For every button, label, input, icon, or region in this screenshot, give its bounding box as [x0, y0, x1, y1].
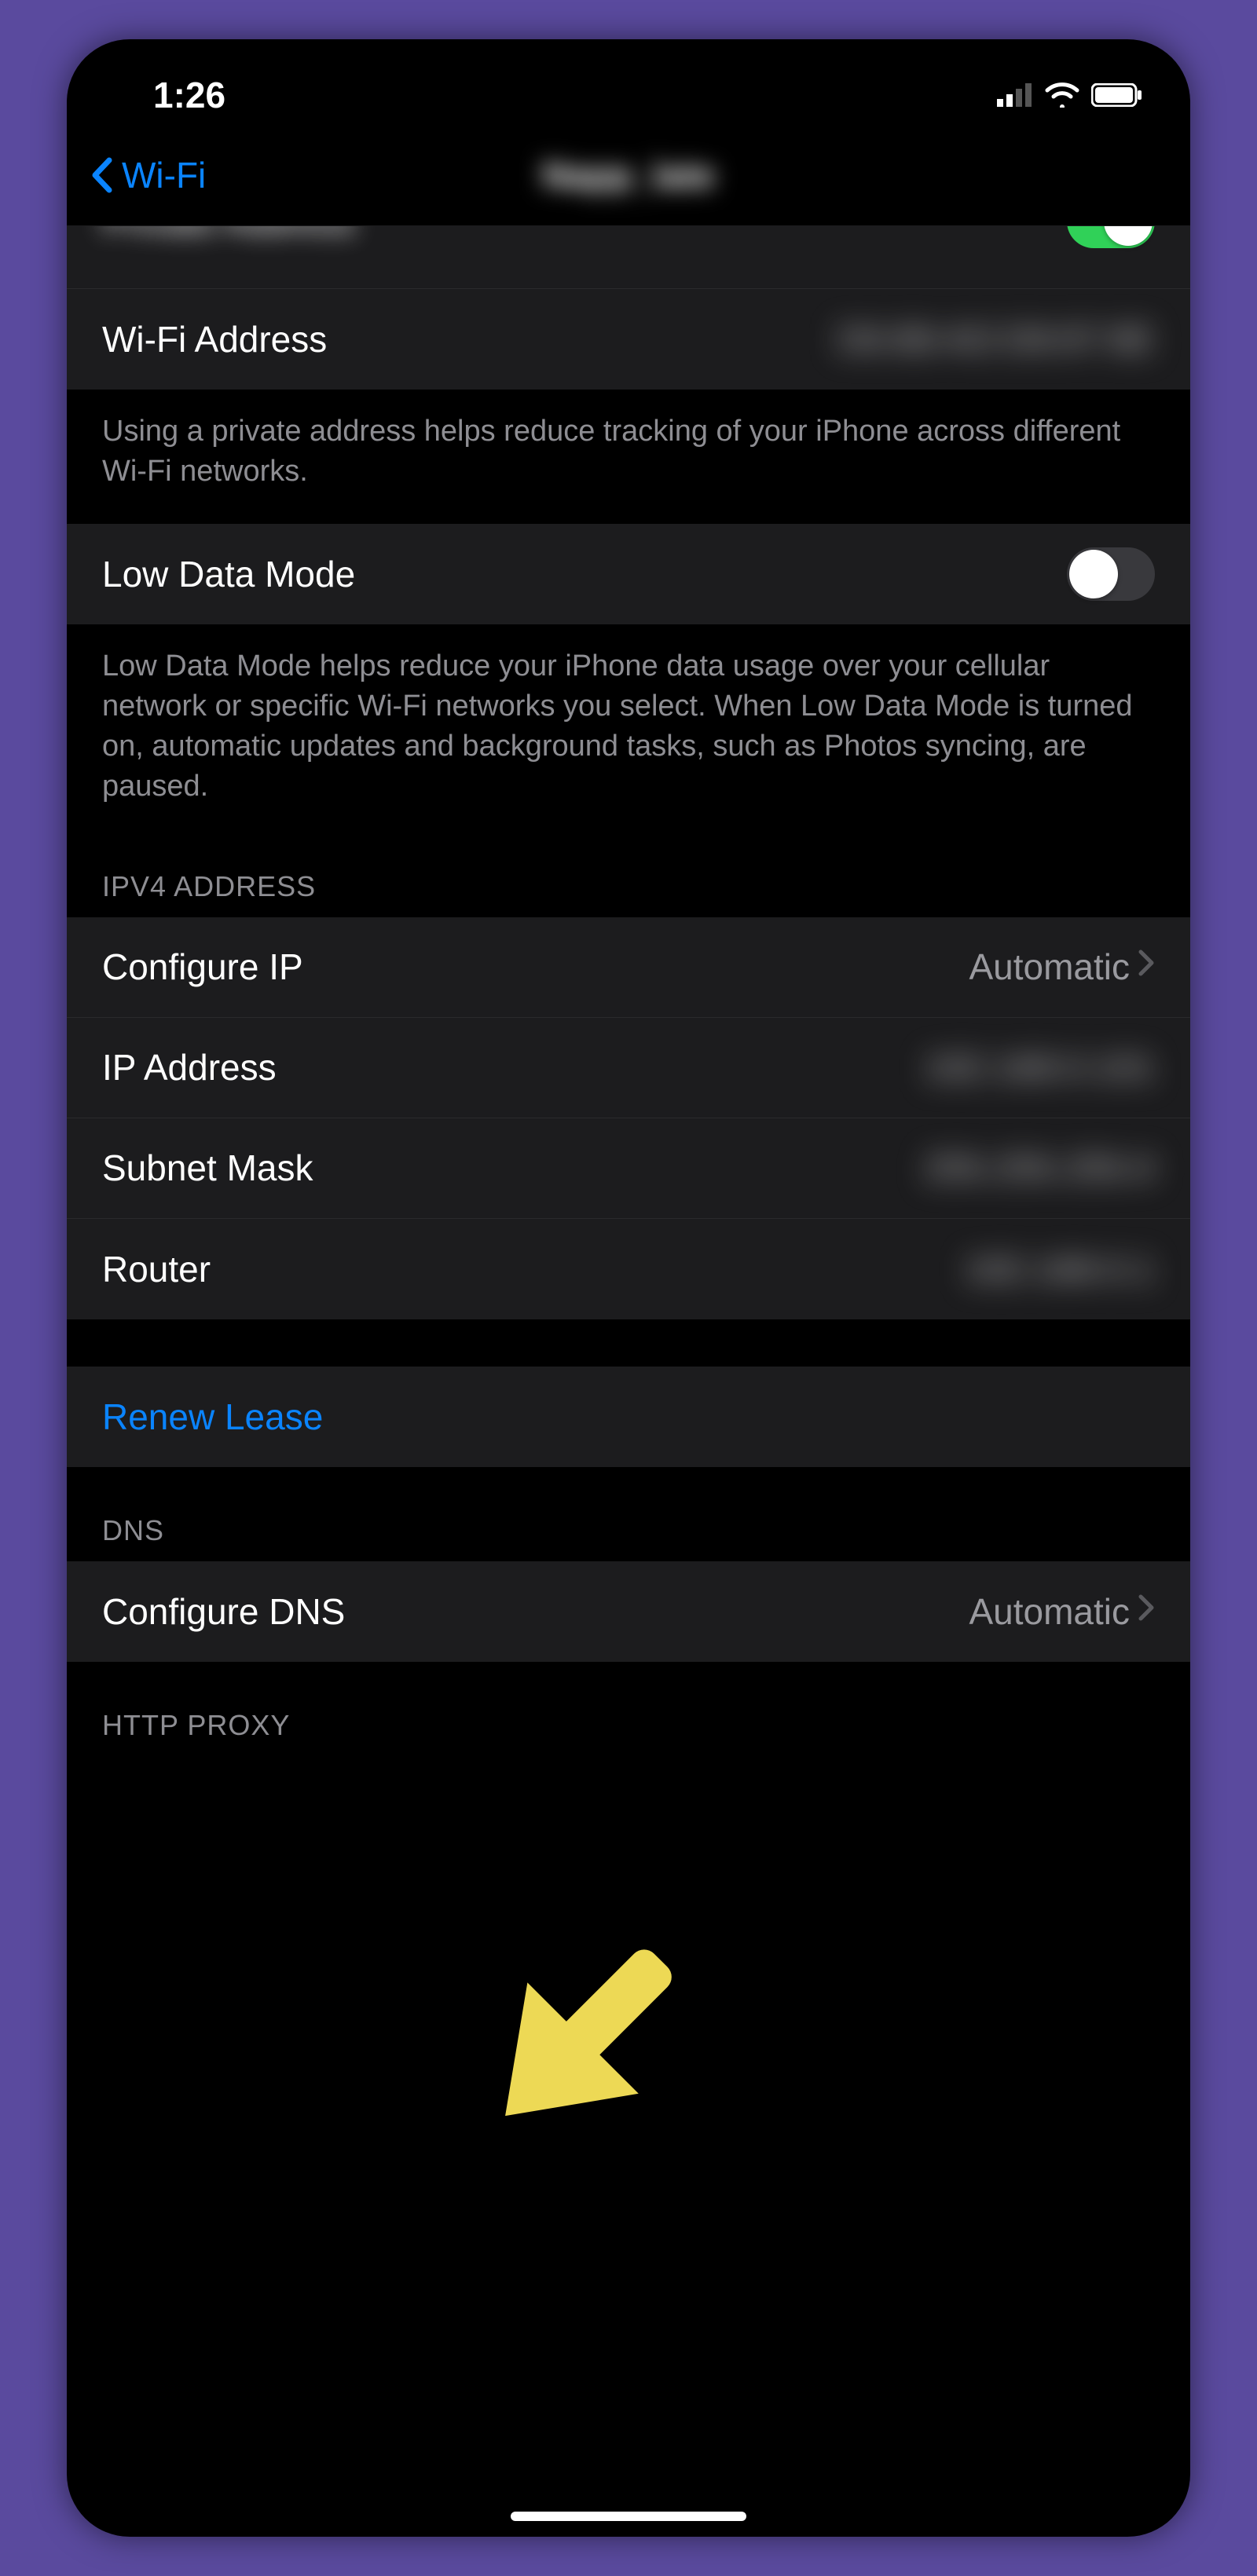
configure-dns-value: Automatic	[969, 1590, 1130, 1633]
section-header-dns: DNS	[67, 1467, 1190, 1561]
section-header-http-proxy: HTTP PROXY	[67, 1662, 1190, 1756]
back-label: Wi-Fi	[122, 154, 206, 196]
ip-address-value: 192.168.0.101	[924, 1046, 1155, 1089]
section-header-ipv4: IPV4 ADDRESS	[67, 839, 1190, 917]
row-private-address[interactable]: Private Address	[67, 226, 1190, 289]
row-ip-address: IP Address 192.168.0.101	[67, 1018, 1190, 1118]
ip-address-label: IP Address	[102, 1046, 277, 1089]
row-configure-dns[interactable]: Configure DNS Automatic	[67, 1561, 1190, 1662]
row-configure-ip[interactable]: Configure IP Automatic	[67, 917, 1190, 1018]
home-indicator[interactable]	[511, 2512, 746, 2521]
configure-ip-label: Configure IP	[102, 946, 303, 988]
phone-screen: 1:26 Wi-Fi	[67, 39, 1190, 2537]
settings-content[interactable]: Private Address Wi-Fi Address D6:88:AD:D…	[67, 226, 1190, 1756]
router-label: Router	[102, 1248, 211, 1290]
nav-bar: Wi-Fi Napp_late	[67, 124, 1190, 226]
chevron-right-icon	[1138, 949, 1155, 985]
renew-lease-button[interactable]: Renew Lease	[67, 1367, 1190, 1467]
row-wifi-address: Wi-Fi Address D6:88:AD:D8:87:8E	[67, 289, 1190, 390]
chevron-left-icon	[90, 157, 114, 193]
wifi-icon	[1044, 82, 1080, 108]
low-data-mode-footer: Low Data Mode helps reduce your iPhone d…	[67, 624, 1190, 839]
battery-icon	[1091, 83, 1143, 107]
subnet-mask-label: Subnet Mask	[102, 1147, 313, 1189]
configure-ip-value: Automatic	[969, 946, 1130, 988]
configure-dns-label: Configure DNS	[102, 1590, 345, 1633]
wifi-address-value: D6:88:AD:D8:87:8E	[837, 318, 1155, 360]
annotation-arrow-icon	[436, 1891, 719, 2174]
wifi-address-label: Wi-Fi Address	[102, 318, 327, 360]
private-address-label: Private Address	[102, 226, 355, 243]
subnet-mask-value: 255.255.255.0	[924, 1147, 1155, 1189]
status-bar: 1:26	[67, 39, 1190, 124]
page-title: Napp_late	[542, 154, 715, 196]
row-low-data-mode[interactable]: Low Data Mode	[67, 524, 1190, 624]
private-address-toggle[interactable]	[1067, 226, 1155, 248]
low-data-mode-label: Low Data Mode	[102, 553, 355, 595]
row-subnet-mask: Subnet Mask 255.255.255.0	[67, 1118, 1190, 1219]
back-button[interactable]: Wi-Fi	[90, 154, 206, 196]
router-value: 192.168.0.1	[964, 1248, 1155, 1290]
status-time: 1:26	[153, 74, 225, 116]
group-gap	[67, 1319, 1190, 1367]
chevron-right-icon	[1138, 1594, 1155, 1630]
renew-lease-label: Renew Lease	[102, 1396, 323, 1438]
status-icons	[997, 82, 1143, 108]
private-address-footer: Using a private address helps reduce tra…	[67, 390, 1190, 524]
cellular-icon	[997, 83, 1033, 107]
row-router: Router 192.168.0.1	[67, 1219, 1190, 1319]
low-data-mode-toggle[interactable]	[1067, 547, 1155, 601]
